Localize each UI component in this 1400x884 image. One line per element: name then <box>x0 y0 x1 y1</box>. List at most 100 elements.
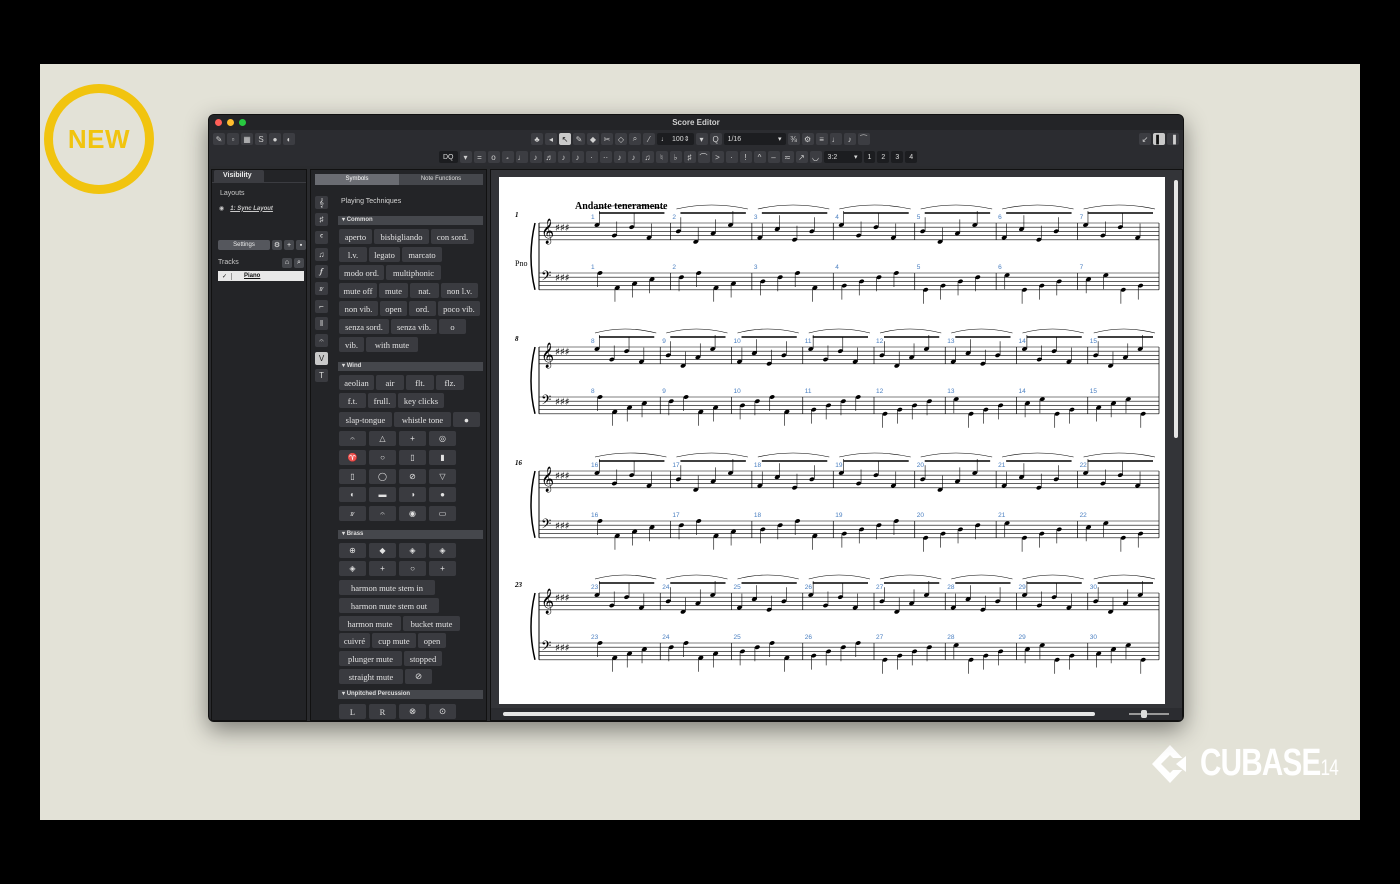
technique-symbol-icon[interactable]: ⊘ <box>399 469 426 484</box>
section-common[interactable]: ▾ Common <box>338 216 483 225</box>
technique-symbol-icon[interactable]: ▭ <box>429 506 456 521</box>
time-signature-icon[interactable]: 𝄴 <box>315 230 328 244</box>
flat-icon[interactable]: ♭ <box>669 151 682 163</box>
technique-symbol-icon[interactable]: ◑ <box>399 487 426 502</box>
vertical-scrollbar[interactable] <box>1174 180 1178 438</box>
technique-button[interactable]: legato <box>369 247 400 262</box>
technique-symbol-icon[interactable]: ⊕ <box>339 543 366 558</box>
section-wind[interactable]: ▾ Wind <box>338 362 483 371</box>
dynamics-icon[interactable]: 𝆑 <box>315 265 328 279</box>
zoom-tool-icon[interactable]: ⌕ <box>629 133 641 145</box>
chevron-down-icon[interactable]: ▾ <box>459 151 472 163</box>
technique-symbol-icon[interactable]: ▯ <box>339 469 366 484</box>
technique-button[interactable]: open <box>418 633 446 648</box>
grace-slash-icon[interactable]: ♪ <box>627 151 640 163</box>
technique-button[interactable]: aperto <box>339 229 372 244</box>
settings-button[interactable]: Settings <box>218 240 270 250</box>
technique-button[interactable]: harmon mute stem out <box>339 598 439 613</box>
note-length-icon[interactable]: ♩ <box>829 133 842 145</box>
midi-icon[interactable]: ♣ <box>531 133 543 145</box>
text-icon[interactable]: T <box>315 368 328 382</box>
technique-symbol-icon[interactable]: ○ <box>399 561 426 576</box>
voice-2-button[interactable]: 2 <box>877 151 890 163</box>
technique-button[interactable]: straight mute <box>339 669 403 684</box>
trash-icon[interactable]: ▪ <box>296 240 306 250</box>
quarter-note-icon[interactable]: ♩ <box>515 151 528 163</box>
sharp-icon[interactable]: ♯ <box>683 151 696 163</box>
technique-symbol-icon[interactable]: ◆ <box>369 543 396 558</box>
technique-button[interactable]: open <box>380 301 407 316</box>
technique-symbol-icon[interactable]: ◈ <box>429 543 456 558</box>
quantize-select[interactable]: 1/16 ▾ <box>723 133 786 145</box>
collapse-icon[interactable]: ↙ <box>1139 133 1151 145</box>
horizontal-scrollbar[interactable] <box>503 712 1095 716</box>
technique-button[interactable]: whistle tone <box>394 412 451 427</box>
technique-symbol-icon[interactable]: ◯ <box>369 469 396 484</box>
technique-button[interactable]: mute off <box>339 283 377 298</box>
technique-button[interactable]: plunger mute <box>339 651 402 666</box>
technique-symbol-icon[interactable]: ♈ <box>339 450 366 465</box>
layout-icon[interactable]: ▦ <box>241 133 253 145</box>
key-signature-icon[interactable]: ♯ <box>315 213 328 227</box>
technique-button[interactable]: mute <box>379 283 408 298</box>
technique-symbol-icon[interactable]: ▮ <box>429 450 456 465</box>
note-value-icon[interactable]: ♪ <box>843 133 856 145</box>
tenuto-staccato-icon[interactable]: ≂ <box>781 151 794 163</box>
scissors-tool-icon[interactable]: ✂ <box>601 133 613 145</box>
zoom-slider-handle[interactable] <box>1141 710 1147 718</box>
technique-symbol-icon[interactable]: + <box>369 561 396 576</box>
velocity-field[interactable]: ♩ 100 ⇕ <box>657 133 694 145</box>
technique-button[interactable]: poco vib. <box>438 301 480 316</box>
technique-symbol-icon[interactable]: ◈ <box>339 561 366 576</box>
tuplet-icon[interactable]: ♫ <box>315 247 328 261</box>
technique-button[interactable]: ord. <box>409 301 436 316</box>
technique-symbol-icon[interactable]: ▬ <box>369 487 396 502</box>
staccatissimo-icon[interactable]: ! <box>739 151 752 163</box>
technique-symbol-icon[interactable]: ▽ <box>429 469 456 484</box>
double-dot-icon[interactable]: ·· <box>599 151 612 163</box>
tie-icon[interactable]: ◡ <box>809 151 822 163</box>
quantize-icon[interactable]: Q <box>709 133 722 145</box>
technique-button[interactable]: flz. <box>436 375 464 390</box>
dot-icon[interactable]: · <box>585 151 598 163</box>
technique-button[interactable]: harmon mute stem in <box>339 580 435 595</box>
speaker-icon[interactable]: ◂ <box>545 133 557 145</box>
eraser-tool-icon[interactable]: ◆ <box>587 133 599 145</box>
sixtyfourth-note-icon[interactable]: ♪ <box>571 151 584 163</box>
dq-select[interactable]: DQ <box>439 151 458 163</box>
technique-button[interactable]: ● <box>453 412 480 427</box>
staccato-icon[interactable]: · <box>725 151 738 163</box>
technique-button[interactable]: cuivré <box>339 633 370 648</box>
settings-icon[interactable]: ⚙ <box>801 133 814 145</box>
tab-note-functions[interactable]: Note Functions <box>399 174 483 185</box>
half-note-icon[interactable]: 𝅗 <box>501 151 514 163</box>
technique-button[interactable]: ⊙ <box>429 704 456 719</box>
whole-note-icon[interactable]: = <box>473 151 486 163</box>
section-unpitched-percussion[interactable]: ▾ Unpitched Percussion <box>338 690 483 699</box>
score-page[interactable]: Andante teneramente Pno 𝄞 ♯♯♯ 𝄢 ♯♯♯ 1 1 1 2 2 3 3 4… <box>499 177 1165 704</box>
sync-layout-item[interactable]: ◉ 1: Sync Layout <box>219 205 273 213</box>
technique-button[interactable]: key clicks <box>398 393 444 408</box>
tie-icon[interactable]: ⁀ <box>857 133 870 145</box>
lines-icon[interactable]: ⌐ <box>315 299 328 313</box>
pencil-tool-icon[interactable]: ✎ <box>573 133 585 145</box>
technique-button[interactable]: air <box>376 375 404 390</box>
technique-button[interactable]: bucket mute <box>403 616 460 631</box>
accent-icon[interactable]: > <box>711 151 724 163</box>
whole-note-icon[interactable]: o <box>487 151 500 163</box>
technique-button[interactable]: o <box>439 319 466 334</box>
tab-symbols[interactable]: Symbols <box>315 174 399 185</box>
right-zone-icon[interactable]: ▐ <box>1167 133 1179 145</box>
technique-button[interactable]: flt. <box>406 375 434 390</box>
fermata-icon[interactable]: 𝄐 <box>315 334 328 348</box>
technique-button[interactable]: stopped <box>404 651 442 666</box>
solo-icon[interactable]: S <box>255 133 267 145</box>
technique-symbol-icon[interactable]: ○ <box>369 450 396 465</box>
section-brass[interactable]: ▾ Brass <box>338 530 483 539</box>
technique-symbol-icon[interactable]: ● <box>429 487 456 502</box>
search-icon[interactable]: ⌕ <box>294 257 304 268</box>
voice-4-button[interactable]: 4 <box>905 151 918 163</box>
technique-button[interactable]: R <box>369 704 396 719</box>
sixteenth-note-icon[interactable]: ♬ <box>543 151 556 163</box>
technique-button[interactable]: ⊗ <box>399 704 426 719</box>
